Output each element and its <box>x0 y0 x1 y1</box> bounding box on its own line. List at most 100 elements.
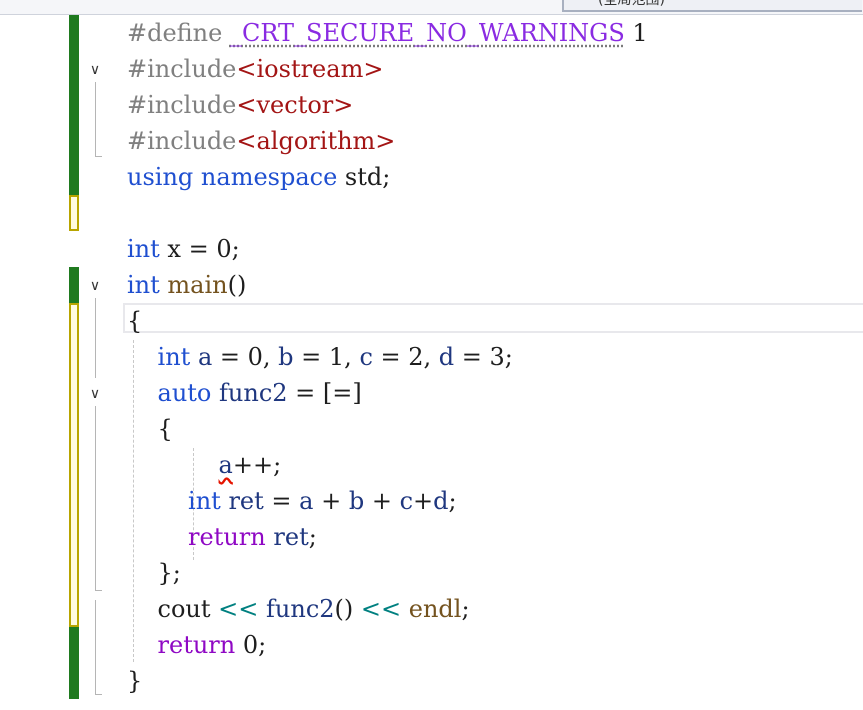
fold-region-line <box>95 298 96 378</box>
code-token: int <box>127 235 160 263</box>
collapse-chevron-down-icon[interactable]: ∨ <box>85 384 105 404</box>
code-line[interactable]: int ret = a + b + c+d; <box>127 483 457 519</box>
code-token: return <box>188 523 266 551</box>
code-token: #include <box>127 55 237 83</box>
code-token: () <box>227 271 247 299</box>
code-line[interactable]: #include<vector> <box>127 87 353 123</box>
code-token: d <box>438 343 455 371</box>
code-token: = 3; <box>454 343 513 371</box>
code-line[interactable]: { <box>127 303 142 339</box>
code-token: #include <box>127 91 237 119</box>
code-token: + <box>413 487 434 515</box>
code-token: }; <box>127 559 181 587</box>
fold-region-line <box>95 600 96 694</box>
code-token: ; <box>461 595 470 623</box>
code-token: int <box>157 343 191 371</box>
code-token: 1 <box>624 19 648 47</box>
code-token: = <box>263 487 300 515</box>
unsaved-change-bar <box>69 195 79 231</box>
code-token: return <box>157 631 236 659</box>
code-line[interactable]: #include<algorithm> <box>127 123 395 159</box>
code-token: a <box>197 343 213 371</box>
code-token: + <box>364 487 400 515</box>
code-token: #define <box>127 19 230 47</box>
collapse-chevron-down-icon[interactable]: ∨ <box>85 60 105 80</box>
code-token: <vector> <box>236 91 354 119</box>
scope-dropdown[interactable]: (全局范围) <box>562 0 862 12</box>
code-token: d <box>433 487 449 515</box>
code-token: #include <box>127 127 237 155</box>
code-token: using <box>127 163 194 191</box>
code-line[interactable]: }; <box>127 555 181 591</box>
code-token: << <box>360 595 402 623</box>
fold-region-end <box>95 694 102 695</box>
fold-region-line <box>95 406 96 590</box>
code-token: = 2, <box>372 343 439 371</box>
fold-region-line <box>95 82 96 156</box>
code-line[interactable]: int a = 0, b = 1, c = 2, d = 3; <box>127 339 513 375</box>
editor-navigation-bar: (全局范围) <box>0 0 863 15</box>
code-token: c <box>359 343 373 371</box>
code-token: + <box>313 487 349 515</box>
code-token: main <box>167 271 228 299</box>
fold-region-end <box>95 156 102 157</box>
fold-region-end <box>95 590 102 591</box>
code-token: { <box>127 415 173 443</box>
code-token: = 0, <box>212 343 279 371</box>
code-token: b <box>278 343 294 371</box>
code-token: } <box>127 667 143 695</box>
code-token: std; <box>337 163 391 191</box>
code-line[interactable]: auto func2 = [=] <box>127 375 362 411</box>
code-token: a <box>218 451 233 479</box>
code-line[interactable]: using namespace std; <box>127 159 390 195</box>
code-token: ; <box>308 523 317 551</box>
code-line[interactable]: a++; <box>127 447 282 483</box>
code-line[interactable]: return ret; <box>127 519 317 555</box>
code-token: endl <box>408 595 462 623</box>
collapse-chevron-down-icon[interactable]: ∨ <box>85 276 105 296</box>
saved-change-bar <box>69 15 79 195</box>
code-line[interactable]: #define _CRT_SECURE_NO_WARNINGS 1 <box>127 15 648 51</box>
code-token: ++; <box>232 451 282 479</box>
code-line[interactable]: int main() <box>127 267 246 303</box>
code-token: ret <box>228 487 264 515</box>
current-line-highlight <box>123 303 863 333</box>
code-token: auto <box>157 379 212 407</box>
code-token: <iostream> <box>236 55 384 83</box>
saved-change-bar <box>69 627 79 699</box>
code-token: func2 <box>219 379 288 407</box>
code-token: ret <box>273 523 309 551</box>
code-line[interactable]: cout << func2() << endl; <box>127 591 470 627</box>
code-token: func2 <box>266 595 335 623</box>
code-token: int <box>127 271 160 299</box>
code-line[interactable]: int x = 0; <box>127 231 240 267</box>
code-token: _CRT_SECURE_NO_WARNINGS <box>229 19 625 47</box>
code-line[interactable]: return 0; <box>127 627 267 663</box>
code-token: <algorithm> <box>236 127 396 155</box>
code-line[interactable]: { <box>127 411 173 447</box>
code-token: int <box>188 487 221 515</box>
code-token: x = 0; <box>159 235 240 263</box>
code-token: a <box>299 487 314 515</box>
code-token: ; <box>448 487 457 515</box>
code-token: { <box>127 307 143 335</box>
code-token: b <box>348 487 365 515</box>
code-token: cout <box>157 595 211 623</box>
code-token: 0; <box>235 631 267 659</box>
code-line[interactable]: } <box>127 663 142 699</box>
scope-dropdown-label: (全局范围) <box>598 0 665 8</box>
code-line[interactable]: #include<iostream> <box>127 51 383 87</box>
code-token: << <box>218 595 259 623</box>
